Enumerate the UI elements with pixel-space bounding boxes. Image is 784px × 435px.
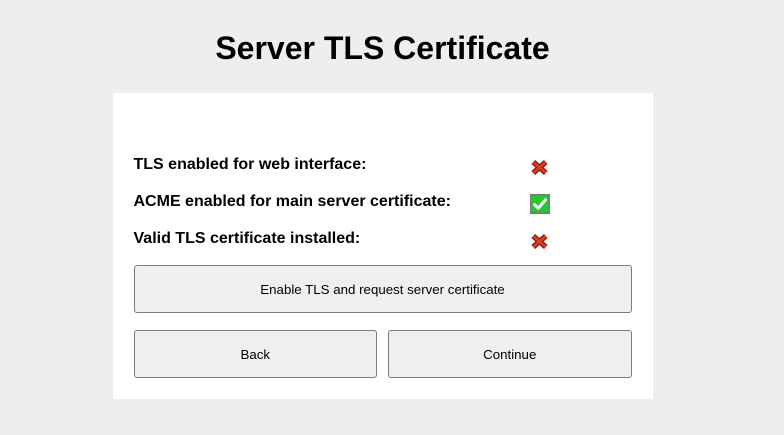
tls-status-card: TLS enabled for web interface: ACME enab… [112,93,653,399]
status-label: ACME enabled for main server certificate… [133,193,451,210]
enable-tls-button[interactable]: Enable TLS and request server certificat… [133,265,632,313]
page: Server TLS Certificate TLS enabled for w… [0,0,784,435]
wizard-container: Server TLS Certificate TLS enabled for w… [0,0,765,399]
red-cross-icon [530,231,550,251]
status-row-acme-enabled: ACME enabled for main server certificate… [133,191,632,214]
status-row-valid-certificate: Valid TLS certificate installed: [134,228,632,250]
red-cross-icon [530,157,550,177]
navigation-buttons: Back Continue [133,330,632,378]
status-label: TLS enabled for web interface: [133,156,367,173]
continue-button[interactable]: Continue [388,330,632,378]
back-button[interactable]: Back [133,330,377,378]
status-label: Valid TLS certificate installed: [133,230,361,247]
page-title: Server TLS Certificate [215,30,550,66]
green-checkbox-icon [529,194,550,214]
status-row-tls-web-interface: TLS enabled for web interface: [134,154,632,176]
